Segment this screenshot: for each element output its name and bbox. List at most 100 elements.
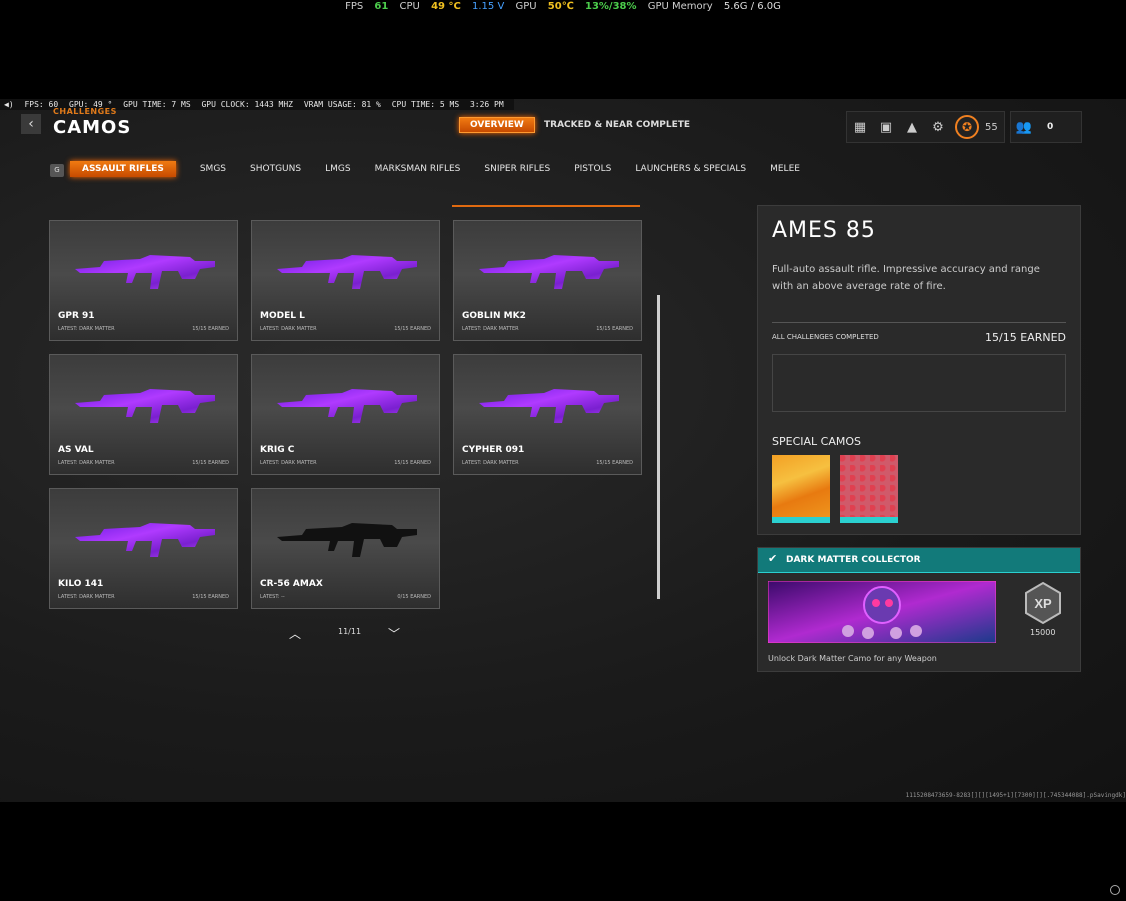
rifle-icon xyxy=(277,523,417,557)
rifle-icon xyxy=(479,255,619,289)
store-icon[interactable]: ▣ xyxy=(873,120,899,135)
gpu-label: GPU xyxy=(515,1,537,12)
rifle-icon xyxy=(75,255,215,289)
fps-value: 61 xyxy=(374,1,389,12)
weapon-detail-panel: AMES 85 Full-auto assault rifle. Impress… xyxy=(757,205,1081,535)
category-key-hint: G xyxy=(50,164,64,177)
weapon-name: CYPHER 091 xyxy=(462,445,525,455)
speaker-icon: ◀) xyxy=(4,100,14,109)
dark-matter-header: ✔ DARK MATTER COLLECTOR xyxy=(758,548,1080,573)
rifle-icon xyxy=(75,523,215,557)
challenge-list xyxy=(772,354,1066,412)
page-indicator: 11/11 xyxy=(338,627,362,636)
weapon-latest-camo: LATEST: DARK MATTER xyxy=(462,326,519,332)
tab-assault-rifles[interactable]: ASSAULT RIFLES xyxy=(70,161,176,177)
weapon-card[interactable]: GPR 91 LATEST: DARK MATTER 15/15 EARNED xyxy=(49,220,238,341)
dark-matter-title: DARK MATTER COLLECTOR xyxy=(786,555,921,565)
divider xyxy=(772,322,1066,323)
weapon-name: MODEL L xyxy=(260,311,305,321)
weapon-earned: 15/15 EARNED xyxy=(394,460,431,466)
camo-progress-stripe xyxy=(840,517,898,523)
gpu-mem-label: GPU Memory xyxy=(647,1,713,12)
camo-progress-stripe xyxy=(772,517,830,523)
weapon-card[interactable]: AS VAL LATEST: DARK MATTER 15/15 EARNED xyxy=(49,354,238,475)
weapon-card[interactable]: CR-56 AMAX LATEST: -- 0/15 EARNED xyxy=(251,488,440,609)
weapon-latest-camo: LATEST: DARK MATTER xyxy=(58,594,115,600)
build-info-text: 1115208473659-8283[][][1495+1][7300][][.… xyxy=(905,792,1126,799)
weapon-latest-camo: LATEST: DARK MATTER xyxy=(260,460,317,466)
special-camo-tile[interactable] xyxy=(772,455,830,523)
dark-matter-collector-panel[interactable]: ✔ DARK MATTER COLLECTOR XP 15000 Unlock … xyxy=(757,547,1081,672)
page-down-icon[interactable]: ﹀ xyxy=(388,625,400,642)
osd-cpu-time: CPU TIME: 5 MS xyxy=(391,100,460,109)
gpu-temp: 50℃ xyxy=(547,1,574,12)
category-tabs: ASSAULT RIFLES SMGS SHOTGUNS LMGS MARKSM… xyxy=(70,161,824,177)
detail-weapon-name: AMES 85 xyxy=(772,218,876,243)
weapon-name: CR-56 AMAX xyxy=(260,579,323,589)
tab-melee[interactable]: MELEE xyxy=(770,161,800,177)
weapon-card[interactable]: MODEL L LATEST: DARK MATTER 15/15 EARNED xyxy=(251,220,440,341)
cpu-volt: 1.15 V xyxy=(472,1,505,12)
weapon-earned: 15/15 EARNED xyxy=(596,326,633,332)
special-camos-label: SPECIAL CAMOS xyxy=(772,435,861,448)
weapon-earned: 15/15 EARNED xyxy=(192,460,229,466)
record-icon xyxy=(1110,885,1120,895)
weapon-earned: 15/15 EARNED xyxy=(192,594,229,600)
svg-text:XP: XP xyxy=(1034,596,1052,611)
tab-lmgs[interactable]: LMGS xyxy=(325,161,350,177)
weapon-name: GOBLIN MK2 xyxy=(462,311,526,321)
special-camo-tile[interactable] xyxy=(840,455,898,523)
grid-menu-icon[interactable]: ▦ xyxy=(847,120,873,135)
friends-button[interactable]: 👥 0 xyxy=(1010,111,1082,143)
page-title: CAMOS xyxy=(53,117,132,138)
osd-vram: VRAM USAGE: 81 % xyxy=(303,100,381,109)
weapon-latest-camo: LATEST: DARK MATTER xyxy=(58,460,115,466)
page-up-icon[interactable]: ︿ xyxy=(289,625,301,642)
weapon-card[interactable]: GOBLIN MK2 LATEST: DARK MATTER 15/15 EAR… xyxy=(453,220,642,341)
weapon-latest-camo: LATEST: DARK MATTER xyxy=(260,326,317,332)
tab-marksman-rifles[interactable]: MARKSMAN RIFLES xyxy=(375,161,461,177)
gear-icon[interactable]: ⚙ xyxy=(925,120,951,135)
weapon-earned: 15/15 EARNED xyxy=(192,326,229,332)
friends-count: 0 xyxy=(1047,122,1054,132)
performance-overlay: FPS 61 CPU 49 °C 1.15 V GPU 50℃ 13%/38% … xyxy=(0,0,1126,14)
weapon-earned: 0/15 EARNED xyxy=(397,594,431,600)
prestige-badge-icon[interactable]: ✪ xyxy=(955,115,979,139)
rifle-icon xyxy=(277,389,417,423)
weapon-latest-camo: LATEST: DARK MATTER xyxy=(58,326,115,332)
hud-toolbar: ▦ ▣ ▲ ⚙ ✪ 55 xyxy=(846,111,1005,143)
weapon-name: AS VAL xyxy=(58,445,94,455)
osd-gpu-clock: GPU CLOCK: 1443 MHZ xyxy=(201,100,293,109)
tab-launchers-specials[interactable]: LAUNCHERS & SPECIALS xyxy=(635,161,746,177)
selection-indicator xyxy=(452,205,640,207)
tab-tracked[interactable]: TRACKED & NEAR COMPLETE xyxy=(544,120,690,130)
weapon-earned: 15/15 EARNED xyxy=(394,326,431,332)
xp-amount: 15000 xyxy=(1030,628,1056,637)
tab-smgs[interactable]: SMGS xyxy=(200,161,226,177)
notification-bell-icon[interactable]: ▲ xyxy=(899,120,925,135)
rifle-icon xyxy=(277,255,417,289)
tab-shotguns[interactable]: SHOTGUNS xyxy=(250,161,301,177)
weapon-card[interactable]: CYPHER 091 LATEST: DARK MATTER 15/15 EAR… xyxy=(453,354,642,475)
xp-badge-icon: XP xyxy=(1025,581,1061,625)
tab-pistols[interactable]: PISTOLS xyxy=(574,161,611,177)
weapon-card[interactable]: KRIG C LATEST: DARK MATTER 15/15 EARNED xyxy=(251,354,440,475)
weapon-card[interactable]: KILO 141 LATEST: DARK MATTER 15/15 EARNE… xyxy=(49,488,238,609)
challenges-label: ALL CHALLENGES COMPLETED xyxy=(772,333,879,341)
weapon-name: KILO 141 xyxy=(58,579,104,589)
gpu-usage: 13%/38% xyxy=(585,1,637,12)
challenges-earned: 15/15 EARNED xyxy=(985,331,1066,344)
check-icon: ✔ xyxy=(768,552,778,565)
tab-sniper-rifles[interactable]: SNIPER RIFLES xyxy=(484,161,550,177)
weapon-name: KRIG C xyxy=(260,445,295,455)
tab-overview[interactable]: OVERVIEW xyxy=(459,117,535,133)
back-button[interactable]: ‹ xyxy=(21,114,41,134)
detail-description: Full-auto assault rifle. Impressive accu… xyxy=(772,264,1040,292)
gpu-mem-value: 5.6G / 6.0G xyxy=(723,1,781,12)
player-level: 55 xyxy=(985,121,998,133)
weapon-earned: 15/15 EARNED xyxy=(596,460,633,466)
grid-scrollbar[interactable] xyxy=(657,295,660,599)
weapon-name: GPR 91 xyxy=(58,311,95,321)
weapon-latest-camo: LATEST: -- xyxy=(260,594,285,600)
osd-gpu-time: GPU TIME: 7 MS xyxy=(123,100,191,109)
